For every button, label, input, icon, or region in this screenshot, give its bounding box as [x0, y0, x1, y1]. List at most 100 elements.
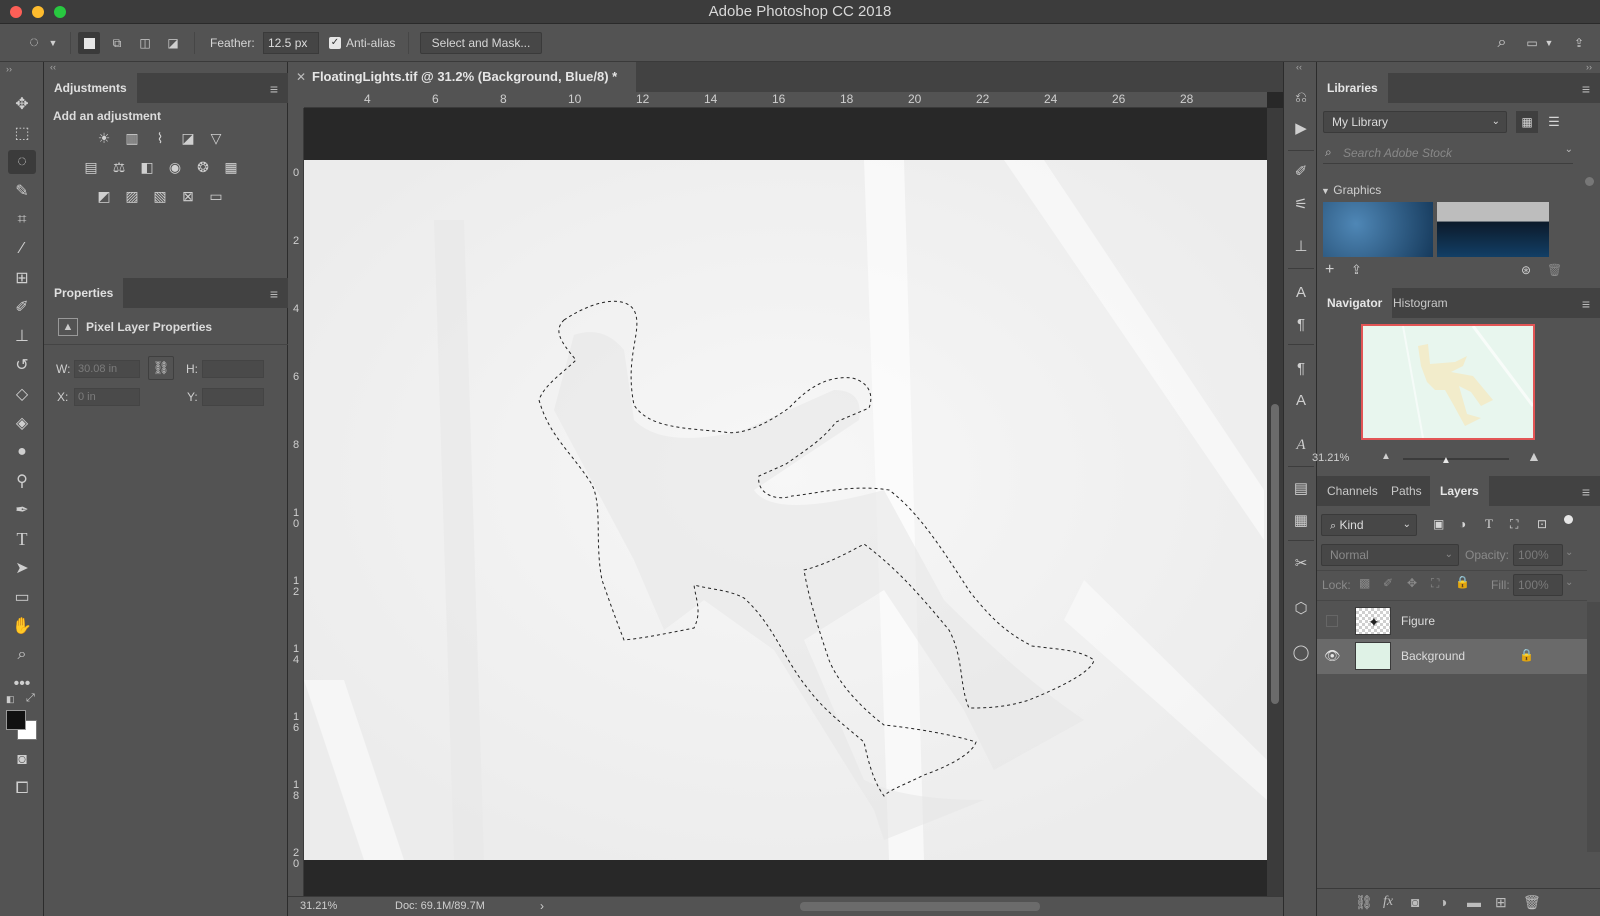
navigator-preview[interactable]: [1361, 324, 1535, 440]
dodge-tool-icon[interactable]: ⚲: [8, 469, 36, 493]
tab-libraries[interactable]: Libraries: [1317, 73, 1388, 103]
graphics-section-header[interactable]: ▼ Graphics: [1321, 183, 1381, 197]
horizontal-scroll-thumb[interactable]: [800, 902, 1040, 911]
glyphs-icon[interactable]: A: [1289, 434, 1313, 456]
eye-icon[interactable]: 👁: [1324, 648, 1341, 664]
actions-play-icon[interactable]: ▶: [1289, 118, 1313, 140]
navigator-zoom[interactable]: 31.21%: [1312, 452, 1349, 464]
path-selection-tool-icon[interactable]: ➤: [8, 556, 36, 580]
link-layers-icon[interactable]: ⛓: [1355, 894, 1373, 911]
hand-tool-icon[interactable]: ✋: [8, 614, 36, 638]
quick-mask-icon[interactable]: ◙: [8, 748, 36, 772]
search-icon[interactable]: ⌕: [1490, 32, 1514, 54]
threshold-icon[interactable]: ▧: [150, 186, 170, 206]
lock-image-icon[interactable]: ✐: [1383, 576, 1393, 590]
panel-menu-icon[interactable]: ≡: [270, 286, 278, 302]
graphic-thumbnail-2[interactable]: [1437, 202, 1549, 257]
move-tool-icon[interactable]: ✥: [8, 92, 36, 116]
zoom-slider-handle[interactable]: ▲: [1441, 455, 1451, 466]
canvas-viewport[interactable]: [304, 108, 1267, 896]
color-lookup-icon[interactable]: ▦: [221, 157, 241, 177]
lasso-tool-preset-icon[interactable]: ◌: [22, 32, 46, 54]
ruler-origin[interactable]: [288, 92, 304, 108]
pen-tool-icon[interactable]: ✒: [8, 498, 36, 522]
crop-tool-icon[interactable]: ⌗: [8, 208, 36, 232]
zoom-in-icon[interactable]: ▲: [1527, 448, 1541, 464]
lock-all-icon[interactable]: 🔒: [1455, 575, 1470, 589]
grid-view-icon[interactable]: ▦: [1516, 111, 1538, 133]
upload-icon[interactable]: ⇪: [1351, 262, 1362, 278]
filter-shape-icon[interactable]: ⛶: [1510, 517, 1518, 532]
filter-pixel-icon[interactable]: ▣: [1433, 517, 1444, 531]
new-layer-icon[interactable]: ⊞: [1495, 894, 1507, 911]
vibrance-icon[interactable]: ▽: [206, 128, 226, 148]
exposure-icon[interactable]: ◪: [178, 128, 198, 148]
properties-icon[interactable]: ▤: [1289, 478, 1313, 500]
layer-filter-select[interactable]: ⌕ Kind ⌄: [1321, 514, 1417, 536]
new-selection-button[interactable]: [78, 32, 100, 54]
x-field[interactable]: 0 in: [74, 388, 140, 406]
trash-icon[interactable]: 🗑: [1547, 263, 1562, 277]
3d-icon[interactable]: ⬡: [1289, 598, 1313, 620]
panel-menu-icon[interactable]: ≡: [270, 81, 278, 97]
layers-scrollbar[interactable]: [1587, 602, 1600, 852]
new-adjustment-layer-icon[interactable]: ◑: [1439, 894, 1447, 910]
tool-presets-icon[interactable]: ✂: [1289, 553, 1313, 575]
brush-settings-icon[interactable]: ✐: [1289, 161, 1313, 183]
posterize-icon[interactable]: ▨: [122, 186, 142, 206]
opacity-field[interactable]: 100%: [1513, 544, 1563, 566]
layer-name[interactable]: Background: [1401, 649, 1465, 663]
chevron-down-icon[interactable]: ▼: [46, 32, 60, 54]
panel-menu-icon[interactable]: ≡: [1582, 296, 1590, 312]
paragraph-styles-icon[interactable]: ¶: [1289, 358, 1313, 380]
document-tab[interactable]: ✕ FloatingLights.tif @ 31.2% (Background…: [288, 62, 636, 92]
character-icon[interactable]: A: [1289, 282, 1313, 304]
add-to-selection-button[interactable]: ⧉: [106, 32, 128, 54]
color-balance-icon[interactable]: ⚖: [109, 157, 129, 177]
width-field[interactable]: 30.08 in: [74, 360, 140, 378]
chevron-down-icon[interactable]: ⌄: [1565, 547, 1573, 558]
light-icon[interactable]: ◯: [1289, 642, 1313, 664]
healing-brush-tool-icon[interactable]: ⊞: [8, 266, 36, 290]
layer-row-background[interactable]: 👁 Background 🔒: [1317, 639, 1587, 674]
lock-artboard-icon[interactable]: ⛶: [1431, 576, 1439, 591]
panel-menu-icon[interactable]: ≡: [1582, 484, 1590, 500]
brightness-contrast-icon[interactable]: ☀: [94, 128, 114, 148]
zoom-slider[interactable]: [1403, 458, 1509, 460]
delete-layer-icon[interactable]: 🗑: [1523, 894, 1541, 911]
filter-adjustment-icon[interactable]: ◑: [1459, 517, 1466, 531]
horizontal-ruler[interactable]: 4 6 8 10 12 14 16 18 20 22 24 26 28: [304, 92, 1267, 108]
lock-position-icon[interactable]: ✥: [1407, 576, 1417, 590]
list-view-icon[interactable]: ☰: [1543, 111, 1565, 133]
anti-alias-checkbox[interactable]: ✓ Anti-alias: [329, 32, 395, 54]
tab-properties[interactable]: Properties: [44, 278, 124, 308]
channel-mixer-icon[interactable]: ❂: [193, 157, 213, 177]
vertical-ruler[interactable]: 0 2 4 6 8 10 12 14 16 18 20: [288, 108, 304, 896]
lock-icon[interactable]: 🔒: [1519, 648, 1534, 662]
eraser-tool-icon[interactable]: ◇: [8, 382, 36, 406]
subtract-from-selection-button[interactable]: ◫: [134, 32, 156, 54]
tab-adjustments[interactable]: Adjustments: [44, 73, 137, 103]
hue-saturation-icon[interactable]: ▤: [81, 157, 101, 177]
layer-style-icon[interactable]: fx: [1383, 894, 1393, 910]
height-field[interactable]: [202, 360, 264, 378]
blend-mode-select[interactable]: Normal ⌄: [1321, 544, 1459, 566]
rectangle-tool-icon[interactable]: ▭: [8, 585, 36, 609]
stock-search[interactable]: ⌕ Search Adobe Stock ⌄: [1323, 142, 1573, 164]
curves-icon[interactable]: ⌇: [150, 128, 170, 148]
workspace-icon[interactable]: ▭: [1520, 32, 1544, 54]
marquee-tool-icon[interactable]: ⬚: [8, 121, 36, 145]
share-icon[interactable]: ⇪: [1568, 32, 1590, 54]
y-field[interactable]: [202, 388, 264, 406]
intersect-selection-button[interactable]: ◪: [162, 32, 184, 54]
character-styles-icon[interactable]: A: [1289, 390, 1313, 412]
swap-colors-icon[interactable]: ⤢: [26, 692, 35, 705]
layer-row-figure[interactable]: ✦ Figure: [1317, 604, 1587, 639]
feather-input[interactable]: 12.5 px: [263, 32, 319, 54]
zoom-out-icon[interactable]: ▲: [1381, 451, 1391, 462]
collapse-icon[interactable]: ››: [6, 64, 12, 74]
link-icon[interactable]: ⛓: [148, 356, 174, 380]
tab-histogram[interactable]: Histogram: [1383, 288, 1458, 318]
doc-info[interactable]: Doc: 69.1M/89.7M: [395, 900, 485, 912]
expand-icon[interactable]: ‹‹: [1296, 62, 1302, 72]
